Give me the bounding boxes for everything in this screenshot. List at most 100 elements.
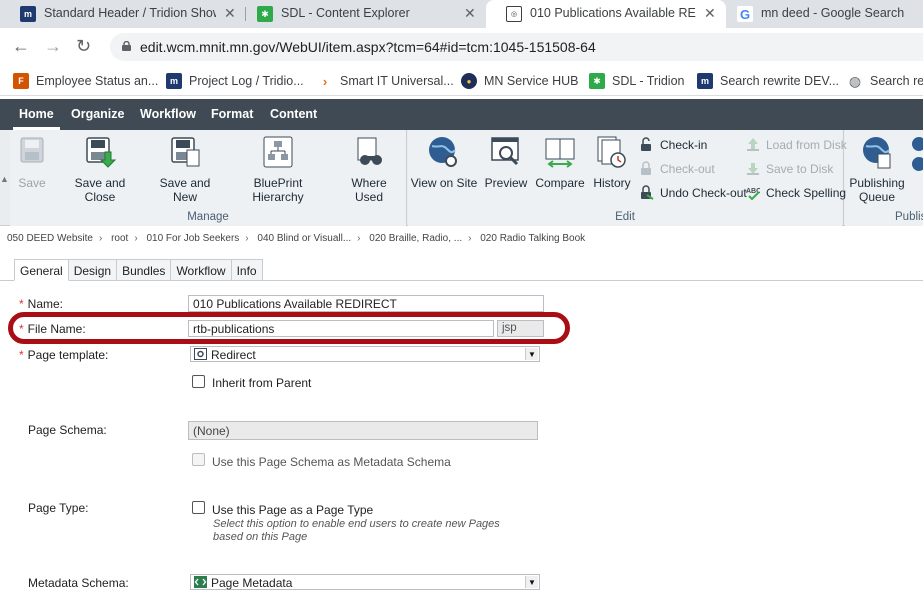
bookmarks-bar: F Employee Status an... m Project Log / Tr… (0, 66, 923, 96)
name-label: * Name: (19, 297, 63, 311)
browser-tab-1[interactable]: m Standard Header / Tridion Showc ✕ (0, 0, 245, 28)
binoculars-icon (357, 137, 382, 165)
close-icon[interactable]: ✕ (464, 5, 476, 22)
bookmark-item[interactable]: ✱ SDL - Tridion (589, 73, 684, 89)
tab-design[interactable]: Design (68, 259, 118, 281)
load-from-disk-button[interactable]: Load from Disk (746, 137, 847, 152)
bookmark-item[interactable]: ● MN Service HUB (461, 73, 578, 89)
address-bar[interactable]: edit.wcm.mnit.mn.gov/WebUI/item.aspx?tcm… (110, 33, 923, 61)
metadata-schema-select[interactable]: Page Metadata ▼ (190, 574, 540, 590)
highlight-annotation (8, 312, 570, 344)
menu-content[interactable]: Content (270, 107, 317, 121)
menu-workflow[interactable]: Workflow (140, 107, 196, 121)
inherit-checkbox[interactable] (192, 375, 205, 388)
where-used-button[interactable]: Where Used (336, 134, 402, 204)
publishing-queue-button[interactable]: Publishing Queue (848, 134, 906, 204)
browser-tab-3[interactable]: ◎ 010 Publications Available REDIRE ✕ (486, 0, 726, 28)
publish-extra-icon[interactable] (909, 136, 923, 172)
bookmark-item[interactable]: F Employee Status an... (13, 73, 158, 89)
button-label: Save to Disk (766, 161, 834, 176)
globe-link-icon (429, 137, 457, 167)
close-icon[interactable]: ✕ (704, 5, 716, 22)
button-label: Publishing Queue (849, 176, 905, 204)
inherit-label: Inherit from Parent (212, 376, 312, 390)
name-field[interactable]: 010 Publications Available REDIRECT (188, 295, 544, 312)
chevron-down-icon[interactable]: ▼ (525, 576, 538, 588)
schema-code-icon (194, 576, 207, 588)
breadcrumb-separator: › (357, 233, 361, 244)
undo-check-out-button[interactable]: Undo Check-out (640, 185, 747, 200)
button-label: Save (18, 176, 46, 190)
browser-tab-2[interactable]: ✱ SDL - Content Explorer ✕ (237, 0, 485, 28)
breadcrumb-separator: › (245, 233, 249, 244)
breadcrumb-item[interactable]: 050 DEED Website (7, 233, 93, 244)
bookmark-item[interactable]: › Smart IT Universal... (317, 73, 454, 89)
back-icon[interactable]: ← (12, 37, 30, 55)
breadcrumb-item[interactable]: 010 For Job Seekers (146, 233, 239, 244)
button-label: Check Spelling (766, 185, 847, 200)
ribbon-toolbar: ▲ Save Save and Close Save and New BlueP… (0, 130, 923, 226)
floppy-icon (20, 137, 44, 163)
page-template-select[interactable]: Redirect ▼ (190, 346, 540, 362)
required-marker: * (19, 297, 24, 311)
save-and-new-button[interactable]: Save and New (157, 134, 213, 204)
lock-icon (641, 161, 651, 175)
page-icon: ◎ (506, 6, 522, 22)
view-on-site-button[interactable]: View on Site (410, 134, 478, 190)
blueprint-hierarchy-button[interactable]: BluePrint Hierarchy (228, 134, 328, 204)
main-menu-bar: Home Organize Workflow Format Content (0, 99, 923, 130)
check-in-button[interactable]: Check-in (640, 137, 707, 152)
button-label: Save and Close (74, 176, 126, 204)
tab-bundles[interactable]: Bundles (117, 259, 172, 281)
breadcrumb-item[interactable]: 040 Blind or Visuall... (257, 233, 351, 244)
breadcrumb-item[interactable]: 020 Braille, Radio, ... (369, 233, 462, 244)
tab-general[interactable]: General (14, 259, 69, 281)
tab-workflow[interactable]: Workflow (171, 259, 232, 281)
menu-format[interactable]: Format (211, 107, 253, 121)
close-icon[interactable]: ✕ (224, 5, 236, 22)
tab-title: Standard Header / Tridion Showc (44, 6, 216, 20)
preview-button[interactable]: Preview (484, 134, 528, 190)
chevron-down-icon[interactable]: ▼ (525, 348, 538, 360)
button-label: Where Used (351, 176, 387, 204)
page-type-checkbox-label: Use this Page as a Page Type (212, 503, 374, 517)
download-icon (747, 163, 759, 175)
menu-organize[interactable]: Organize (71, 107, 125, 121)
sdl-icon: ✱ (589, 73, 605, 89)
save-new-icon (171, 137, 200, 167)
tab-info[interactable]: Info (231, 259, 263, 281)
compare-button[interactable]: Compare (535, 134, 585, 190)
page-type-label: Page Type: (28, 501, 89, 515)
ribbon-divider (406, 130, 407, 226)
check-out-button[interactable]: Check-out (640, 161, 715, 176)
browser-tab-4[interactable]: G mn deed - Google Search (717, 0, 923, 28)
ribbon-scroll-left-icon[interactable]: ▲ (0, 174, 9, 184)
upload-icon (747, 138, 759, 151)
button-label: Preview (484, 176, 528, 190)
button-label: Undo Check-out (660, 185, 747, 200)
bookmark-item[interactable]: m Project Log / Tridio... (166, 73, 304, 89)
forward-icon[interactable]: → (44, 37, 62, 55)
bookmark-item[interactable]: m Search rewrite DEV... (697, 73, 839, 89)
button-label: View on Site (410, 176, 478, 190)
google-icon: G (737, 6, 753, 22)
save-and-close-button[interactable]: Save and Close (58, 134, 142, 204)
bookmark-item[interactable]: ◍ Search rev (847, 73, 923, 89)
ribbon-group-label: Publis (895, 211, 923, 223)
metadata-schema-checkbox-label: Use this Page Schema as Metadata Schema (212, 455, 451, 469)
breadcrumb: 050 DEED Website › root › 010 For Job Seek… (7, 233, 591, 244)
history-button[interactable]: History (592, 134, 632, 190)
page-schema-field: (None) (188, 421, 538, 440)
check-spelling-button[interactable]: ABC Check Spelling (746, 185, 846, 200)
menu-home[interactable]: Home (13, 107, 60, 130)
save-button[interactable]: Save (16, 134, 48, 190)
breadcrumb-item[interactable]: root (111, 233, 128, 244)
sdl-icon: ✱ (257, 6, 273, 22)
tab-title: 010 Publications Available REDIRE (530, 6, 696, 20)
item-tabs: General Design Bundles Workflow Info (14, 259, 263, 281)
save-to-disk-button[interactable]: Save to Disk (746, 161, 833, 176)
page-type-checkbox[interactable] (192, 501, 205, 514)
page-schema-label: Page Schema: (28, 423, 107, 437)
reload-icon[interactable]: ↻ (76, 37, 91, 55)
breadcrumb-item[interactable]: 020 Radio Talking Book (480, 233, 585, 244)
